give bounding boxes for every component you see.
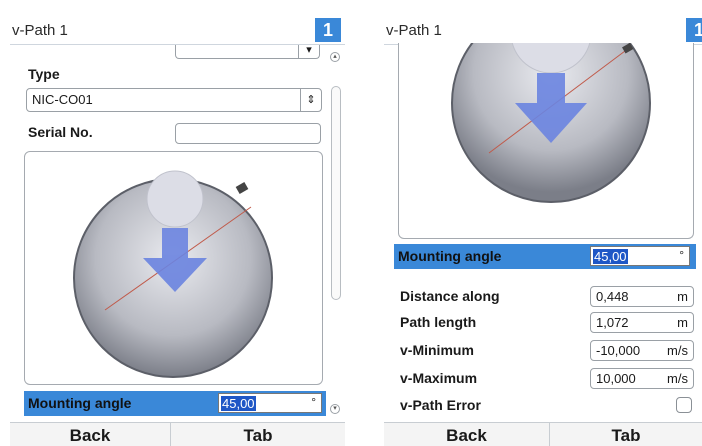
serial-label: Serial No.: [28, 124, 93, 140]
path-length-label: Path length: [400, 314, 477, 330]
degree-unit: °: [311, 395, 316, 409]
v-path-error-label: v-Path Error: [400, 397, 481, 413]
v-minimum-value: -10,000: [596, 343, 641, 358]
sensor-illustration: [73, 170, 273, 378]
sensor-illustration: [451, 43, 651, 203]
type-label: Type: [28, 66, 60, 82]
softkey-bar: Back Tab: [384, 422, 702, 446]
cut-off-select[interactable]: ▾: [175, 45, 320, 59]
mounting-angle-row[interactable]: Mounting angle 45,00 °: [24, 391, 326, 416]
scroll-up-icon[interactable]: ▴: [330, 52, 340, 62]
page-number-badge: 1: [686, 18, 702, 42]
right-screen: v-Path 1 1 Mounting angle 45,00 ° Distan…: [384, 0, 702, 446]
spin-updown-icon[interactable]: ⇕: [300, 89, 321, 111]
scrollbar-track[interactable]: [331, 86, 341, 300]
mounting-angle-row[interactable]: Mounting angle 45,00 °: [394, 244, 696, 269]
title-bar: v-Path 1 1: [384, 18, 702, 45]
degree-unit: °: [679, 248, 684, 262]
mounting-angle-label: Mounting angle: [398, 248, 502, 264]
distance-along-unit: m: [677, 289, 688, 304]
tab-button[interactable]: Tab: [550, 423, 702, 446]
path-length-value: 1,072: [596, 315, 629, 330]
mounting-angle-value: 45,00: [593, 249, 628, 264]
serial-number-field[interactable]: [175, 123, 321, 144]
back-button[interactable]: Back: [10, 423, 170, 446]
mounting-angle-input[interactable]: 45,00 °: [590, 246, 690, 266]
scroll-down-icon[interactable]: ▾: [330, 404, 340, 414]
mounting-angle-value: 45,00: [221, 396, 256, 411]
title-bar: v-Path 1 1: [10, 18, 345, 45]
distance-along-field[interactable]: 0,448 m: [590, 286, 694, 307]
mounting-angle-input[interactable]: 45,00 °: [218, 393, 322, 413]
v-maximum-unit: m/s: [667, 371, 688, 386]
window-title: v-Path 1: [12, 22, 68, 39]
left-screen: v-Path 1 1 ▾ Type NIC-CO01 ⇕ Serial No.: [10, 0, 345, 446]
sensor-image-frame: [24, 151, 323, 385]
tab-button[interactable]: Tab: [171, 423, 345, 446]
v-minimum-field[interactable]: -10,000 m/s: [590, 340, 694, 361]
sensor-image-frame: [398, 43, 694, 239]
v-minimum-unit: m/s: [667, 343, 688, 358]
v-maximum-field[interactable]: 10,000 m/s: [590, 368, 694, 389]
type-select[interactable]: NIC-CO01 ⇕: [26, 88, 322, 112]
spin-updown-icon[interactable]: ▾: [298, 45, 319, 58]
distance-along-label: Distance along: [400, 288, 500, 304]
v-path-error-checkbox[interactable]: [676, 397, 692, 413]
v-maximum-label: v-Maximum: [400, 370, 478, 386]
distance-along-value: 0,448: [596, 289, 629, 304]
type-value: NIC-CO01: [32, 92, 93, 107]
back-button[interactable]: Back: [384, 423, 549, 446]
v-minimum-label: v-Minimum: [400, 342, 474, 358]
window-title: v-Path 1: [386, 22, 442, 39]
path-length-field[interactable]: 1,072 m: [590, 312, 694, 333]
mounting-angle-label: Mounting angle: [28, 395, 132, 411]
page-number-badge: 1: [315, 18, 341, 42]
v-maximum-value: 10,000: [596, 371, 636, 386]
softkey-bar: Back Tab: [10, 422, 345, 446]
path-length-unit: m: [677, 315, 688, 330]
